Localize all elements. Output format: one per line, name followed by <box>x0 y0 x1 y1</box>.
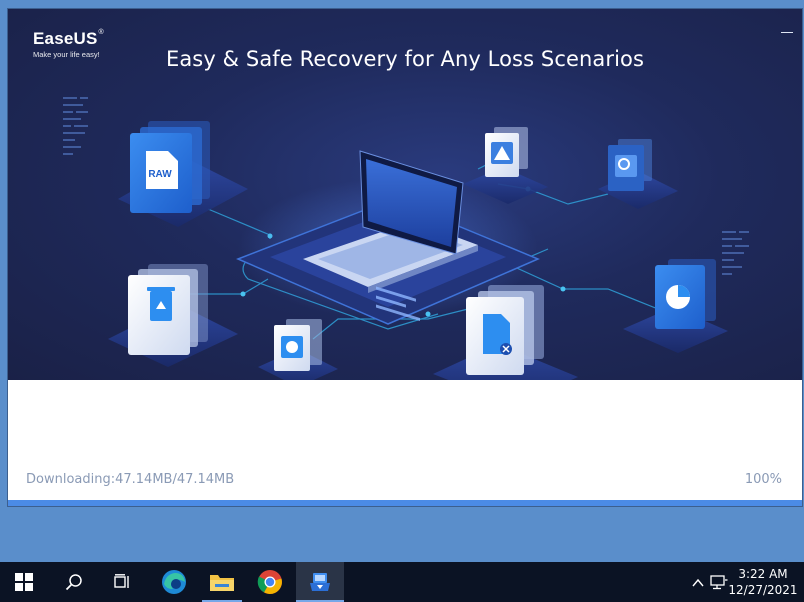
installer-window: RAW EaseUS® Make your life easy! Easy & … <box>8 9 802 506</box>
hero-headline: Easy & Safe Recovery for Any Loss Scenar… <box>165 47 645 71</box>
download-progress-fill <box>8 500 802 506</box>
download-percent: 100% <box>744 472 782 487</box>
logo-brand: EaseUS <box>33 29 98 48</box>
chrome-button[interactable] <box>246 562 294 602</box>
clock-time: 3:22 AM <box>738 567 788 581</box>
folder-icon <box>210 575 234 591</box>
start-button[interactable] <box>0 562 48 602</box>
easeus-installer-button[interactable] <box>296 562 344 602</box>
download-progress-bar <box>8 500 802 506</box>
chrome-icon <box>257 570 282 594</box>
chevron-up-icon <box>692 578 704 587</box>
minimize-button[interactable] <box>781 23 793 35</box>
taskbar: 3:22 AM 12/27/2021 <box>0 562 804 602</box>
network-status-button[interactable] <box>710 574 728 595</box>
taskbar-clock[interactable]: 3:22 AM 12/27/2021 <box>728 566 798 598</box>
registered-mark: ® <box>98 29 104 36</box>
clock-date: 12/27/2021 <box>728 583 798 597</box>
raw-card-label: RAW <box>148 169 172 180</box>
search-icon <box>65 574 82 591</box>
hero-banner: RAW EaseUS® Make your life easy! Easy & … <box>8 9 802 380</box>
search-button[interactable] <box>50 562 98 602</box>
download-status-text: Downloading:47.14MB/47.14MB <box>26 472 235 487</box>
edge-button[interactable] <box>150 562 198 602</box>
network-icon <box>710 575 728 590</box>
file-explorer-button[interactable] <box>198 562 246 602</box>
easeus-installer-icon <box>310 573 330 591</box>
task-view-button[interactable] <box>98 562 146 602</box>
windows-logo-icon <box>15 573 33 591</box>
task-view-icon <box>114 574 129 588</box>
edge-icon <box>162 570 186 594</box>
download-progress-row: Downloading:47.14MB/47.14MB 100% <box>26 472 782 488</box>
show-hidden-icons-button[interactable] <box>692 575 704 593</box>
